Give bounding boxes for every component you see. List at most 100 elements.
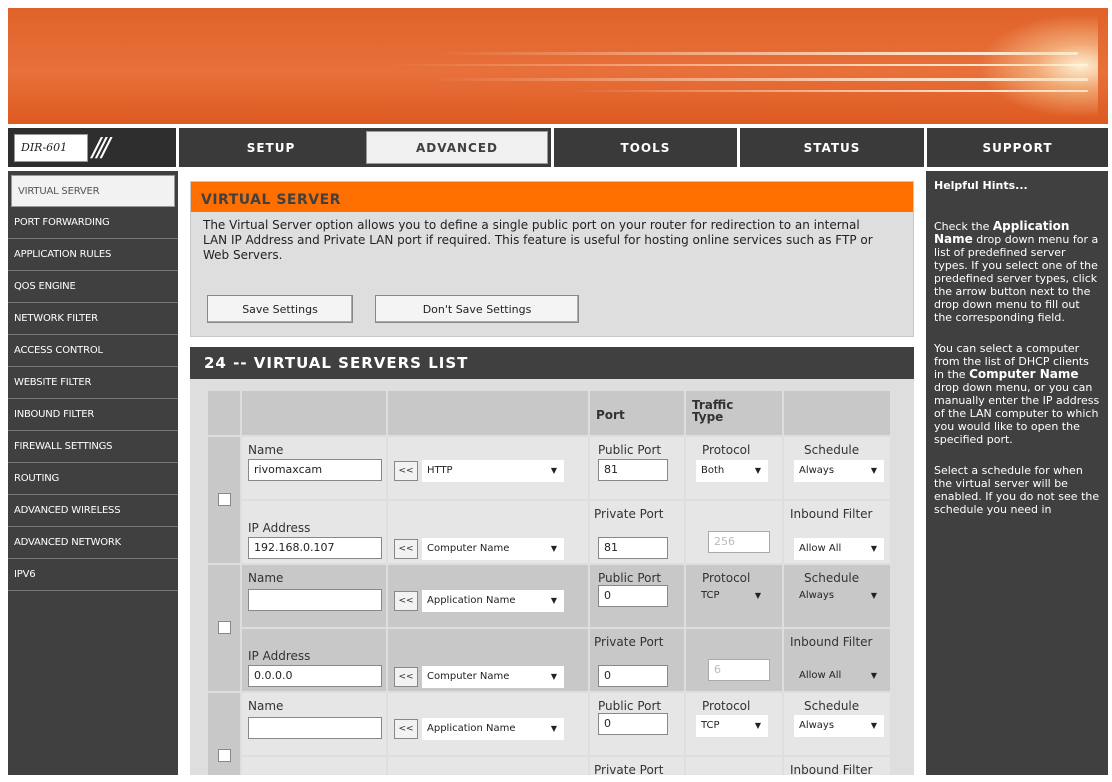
top-navigation: DIR-601 /// SETUP ADVANCED TOOLS STATUS … bbox=[8, 128, 1108, 167]
private-port-input[interactable]: 0 bbox=[598, 665, 668, 687]
hint-paragraph: You can select a computer from the list … bbox=[934, 342, 1100, 446]
public-port-input[interactable]: 81 bbox=[598, 459, 668, 481]
header-cell bbox=[388, 391, 588, 435]
sidebar-item-routing[interactable]: ROUTING bbox=[8, 463, 178, 495]
protocol-select[interactable]: Both bbox=[696, 460, 768, 482]
tab-support[interactable]: SUPPORT bbox=[924, 128, 1108, 167]
protocol-cell: Protocol Both bbox=[686, 437, 782, 499]
schedule-cell: Schedule Always bbox=[784, 437, 890, 499]
entry-check-cell bbox=[208, 437, 240, 563]
public-port-cell: Public Port 81 bbox=[590, 437, 684, 499]
app-fill-button[interactable]: << bbox=[394, 591, 418, 611]
application-name-select[interactable]: HTTP bbox=[422, 460, 564, 482]
sidebar-item-inbound-filter[interactable]: INBOUND FILTER bbox=[8, 399, 178, 431]
inbound-cell: Inbound Filter bbox=[784, 757, 890, 775]
sidebar-item-advanced-wireless[interactable]: ADVANCED WIRELESS bbox=[8, 495, 178, 527]
name-cell: Name bbox=[242, 693, 386, 755]
dont-save-settings-button[interactable]: Don't Save Settings bbox=[375, 295, 579, 323]
protocol-label: Protocol bbox=[702, 699, 751, 713]
col-port: Port bbox=[596, 408, 625, 422]
entry-enable-checkbox[interactable] bbox=[218, 621, 231, 634]
application-name-select[interactable]: Application Name bbox=[422, 590, 564, 612]
save-settings-button[interactable]: Save Settings bbox=[207, 295, 353, 323]
private-port-label: Private Port bbox=[594, 635, 664, 649]
protocol-number-input: 256 bbox=[708, 531, 770, 553]
inbound-filter-select[interactable]: Allow All bbox=[794, 538, 884, 560]
table-header-row: Port Traffic Type bbox=[208, 391, 890, 435]
sidebar-item-website-filter[interactable]: WEBSITE FILTER bbox=[8, 367, 178, 399]
private-port-input[interactable]: 81 bbox=[598, 537, 668, 559]
ip-address-label: IP Address bbox=[248, 521, 311, 535]
protocol-label: Protocol bbox=[702, 443, 751, 457]
sidebar-item-application-rules[interactable]: APPLICATION RULES bbox=[8, 239, 178, 271]
main-content: VIRTUAL SERVER The Virtual Server option… bbox=[182, 171, 922, 775]
private-port-cell: Private Port bbox=[590, 757, 684, 775]
inbound-filter-select[interactable]: Allow All bbox=[794, 665, 884, 687]
schedule-cell: Schedule Always bbox=[784, 693, 890, 755]
inbound-cell: Inbound Filter Allow All bbox=[784, 629, 890, 691]
list-title: 24 -- VIRTUAL SERVERS LIST bbox=[190, 347, 914, 379]
inbound-filter-label: Inbound Filter bbox=[790, 763, 873, 775]
sidebar-item-access-control[interactable]: ACCESS CONTROL bbox=[8, 335, 178, 367]
sidebar-item-virtual-server[interactable]: VIRTUAL SERVER bbox=[11, 175, 175, 207]
virtual-servers-list-panel: 24 -- VIRTUAL SERVERS LIST Port Traffic … bbox=[190, 347, 914, 775]
protocol-select[interactable]: TCP bbox=[696, 715, 768, 737]
private-port-label: Private Port bbox=[594, 507, 664, 521]
ip-address-input[interactable]: 192.168.0.107 bbox=[248, 537, 382, 559]
entry-enable-checkbox[interactable] bbox=[218, 493, 231, 506]
schedule-label: Schedule bbox=[804, 443, 860, 457]
public-port-input[interactable]: 0 bbox=[598, 713, 668, 735]
public-port-input[interactable]: 0 bbox=[598, 585, 668, 607]
name-input[interactable] bbox=[248, 717, 382, 739]
tab-setup[interactable]: SETUP bbox=[176, 128, 363, 167]
hint-text: drop down menu for a list of predefined … bbox=[934, 233, 1099, 324]
entry-check-cell bbox=[208, 565, 240, 691]
sidebar-item-qos-engine[interactable]: QOS ENGINE bbox=[8, 271, 178, 303]
public-port-label: Public Port bbox=[598, 443, 662, 457]
schedule-select[interactable]: Always bbox=[794, 715, 884, 737]
sidebar-item-ipv6[interactable]: IPV6 bbox=[8, 559, 178, 591]
computer-name-select[interactable]: Computer Name bbox=[422, 538, 564, 560]
sidebar-item-port-forwarding[interactable]: PORT FORWARDING bbox=[8, 207, 178, 239]
computer-fill-button[interactable]: << bbox=[394, 667, 418, 687]
tab-label: SETUP bbox=[246, 140, 296, 155]
protocol-number-cell: 256 bbox=[686, 501, 782, 563]
ip-address-input[interactable]: 0.0.0.0 bbox=[248, 665, 382, 687]
protocol-select[interactable]: TCP bbox=[696, 585, 768, 607]
sidebar-item-network-filter[interactable]: NETWORK FILTER bbox=[8, 303, 178, 335]
protocol-number-cell: 6 bbox=[686, 629, 782, 691]
name-cell: Name rivomaxcam bbox=[242, 437, 386, 499]
private-port-cell: Private Port 0 bbox=[590, 629, 684, 691]
computer-fill-button[interactable]: << bbox=[394, 539, 418, 559]
public-port-label: Public Port bbox=[598, 699, 662, 713]
app-cell: << Application Name bbox=[388, 693, 588, 755]
application-name-select[interactable]: Application Name bbox=[422, 718, 564, 740]
tab-label: ADVANCED bbox=[415, 140, 498, 155]
public-port-cell: Public Port 0 bbox=[590, 565, 684, 627]
computer-name-select[interactable]: Computer Name bbox=[422, 666, 564, 688]
name-label: Name bbox=[248, 699, 284, 713]
app-cell: << Application Name bbox=[388, 565, 588, 627]
name-cell: Name bbox=[242, 565, 386, 627]
sidebar-item-advanced-network[interactable]: ADVANCED NETWORK bbox=[8, 527, 178, 559]
section-description: The Virtual Server option allows you to … bbox=[203, 218, 873, 262]
schedule-select[interactable]: Always bbox=[794, 585, 884, 607]
header-cell: Traffic Type bbox=[686, 391, 782, 435]
schedule-select[interactable]: Always bbox=[794, 460, 884, 482]
schedule-label: Schedule bbox=[804, 699, 860, 713]
header-cell bbox=[208, 391, 240, 435]
name-input[interactable]: rivomaxcam bbox=[248, 459, 382, 481]
sidebar-item-firewall-settings[interactable]: FIREWALL SETTINGS bbox=[8, 431, 178, 463]
app-fill-button[interactable]: << bbox=[394, 719, 418, 739]
app-fill-button[interactable]: << bbox=[394, 461, 418, 481]
public-port-label: Public Port bbox=[598, 571, 662, 585]
app-cell: << HTTP bbox=[388, 437, 588, 499]
tab-label: SUPPORT bbox=[982, 140, 1053, 155]
name-input[interactable] bbox=[248, 589, 382, 611]
tab-status[interactable]: STATUS bbox=[737, 128, 924, 167]
tab-advanced[interactable]: ADVANCED bbox=[363, 128, 551, 167]
virtual-server-panel: VIRTUAL SERVER The Virtual Server option… bbox=[190, 181, 914, 337]
tab-tools[interactable]: TOOLS bbox=[551, 128, 737, 167]
private-port-label: Private Port bbox=[594, 763, 664, 775]
entry-enable-checkbox[interactable] bbox=[218, 749, 231, 762]
